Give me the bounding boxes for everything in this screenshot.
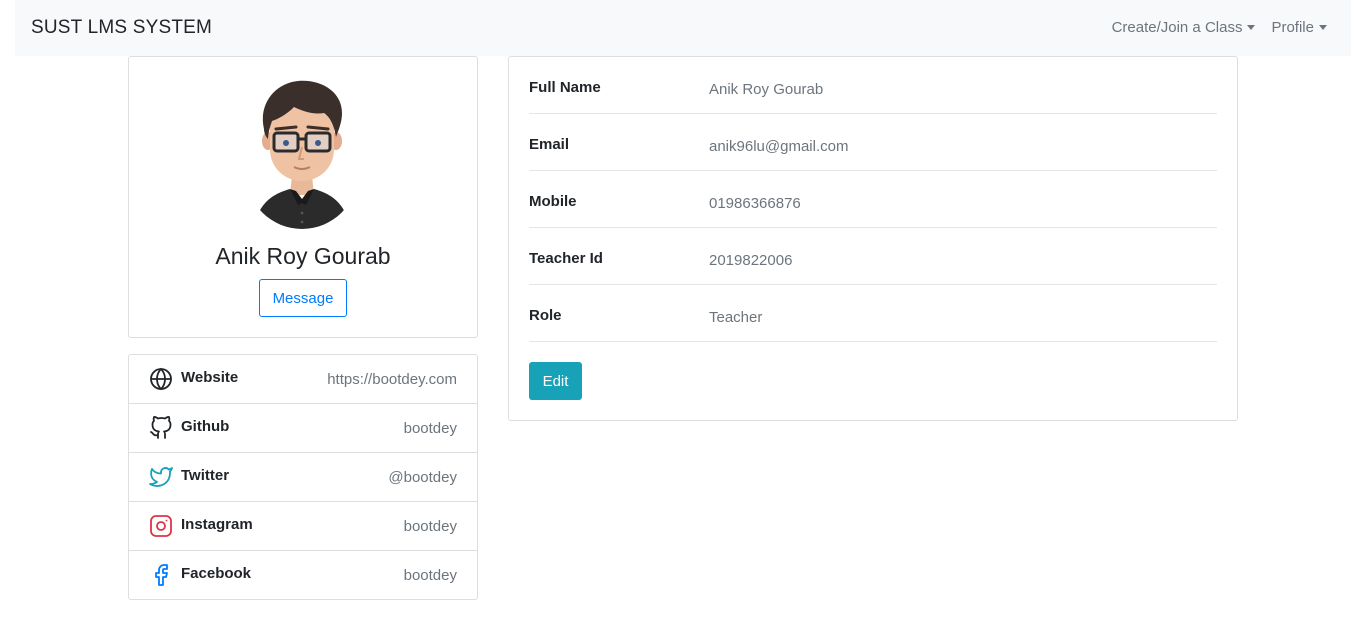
details-card: Full Name Anik Roy Gourab Email anik96lu… [508, 56, 1238, 421]
social-value[interactable]: bootdey [404, 567, 457, 584]
github-icon [150, 416, 172, 439]
profile-name: Anik Roy Gourab [215, 243, 391, 269]
social-label: Github [181, 418, 230, 435]
detail-row-full-name: Full Name Anik Roy Gourab [529, 57, 1217, 114]
avatar [246, 80, 358, 229]
twitter-icon [149, 467, 173, 487]
navbar-menu: Create/Join a Class Profile [1112, 19, 1327, 36]
detail-value: anik96lu@gmail.com [709, 138, 849, 155]
detail-value: Anik Roy Gourab [709, 81, 824, 98]
detail-row-email: Email anik96lu@gmail.com [529, 114, 1217, 171]
create-join-class-dropdown[interactable]: Create/Join a Class [1112, 19, 1256, 36]
social-value[interactable]: bootdey [404, 518, 457, 535]
globe-icon [150, 367, 172, 391]
social-links-card: Website https://bootdey.com Github bootd… [128, 354, 478, 600]
social-item-website[interactable]: Website https://bootdey.com [129, 355, 477, 404]
facebook-icon [155, 564, 168, 586]
social-item-twitter[interactable]: Twitter @bootdey [129, 453, 477, 502]
detail-label: Email [529, 136, 570, 153]
create-join-class-label: Create/Join a Class [1111, 19, 1243, 36]
detail-label: Role [529, 307, 562, 324]
social-value[interactable]: bootdey [404, 420, 457, 437]
detail-value: 2019822006 [709, 252, 793, 269]
caret-down-icon [1319, 25, 1327, 30]
detail-value: 01986366876 [709, 195, 801, 212]
detail-row-role: Role Teacher [529, 285, 1217, 342]
message-button[interactable]: Message [259, 279, 347, 317]
detail-row-teacher-id: Teacher Id 2019822006 [529, 228, 1217, 285]
detail-label: Full Name [529, 79, 601, 96]
social-item-instagram[interactable]: Instagram bootdey [129, 502, 477, 551]
social-value[interactable]: https://bootdey.com [327, 371, 457, 388]
social-label: Website [181, 369, 239, 386]
caret-down-icon [1247, 25, 1256, 30]
profile-dropdown[interactable]: Profile [1271, 19, 1327, 36]
social-value[interactable]: @bootdey [388, 469, 457, 486]
detail-row-mobile: Mobile 01986366876 [529, 171, 1217, 228]
social-label: Twitter [181, 467, 230, 484]
profile-card: Anik Roy Gourab Message [128, 56, 478, 338]
edit-button[interactable]: Edit [529, 362, 582, 400]
social-item-facebook[interactable]: Facebook bootdey [129, 551, 477, 600]
detail-value: Teacher [709, 309, 763, 326]
top-navbar: SUST LMS SYSTEM Create/Join a Class Prof… [15, 0, 1351, 56]
detail-label: Teacher Id [529, 250, 603, 267]
social-label: Facebook [181, 565, 252, 582]
profile-dropdown-label: Profile [1271, 19, 1314, 36]
social-item-github[interactable]: Github bootdey [129, 404, 477, 453]
instagram-icon [150, 515, 172, 537]
detail-label: Mobile [529, 193, 577, 210]
social-label: Instagram [181, 516, 253, 533]
navbar-brand[interactable]: SUST LMS SYSTEM [31, 17, 212, 39]
